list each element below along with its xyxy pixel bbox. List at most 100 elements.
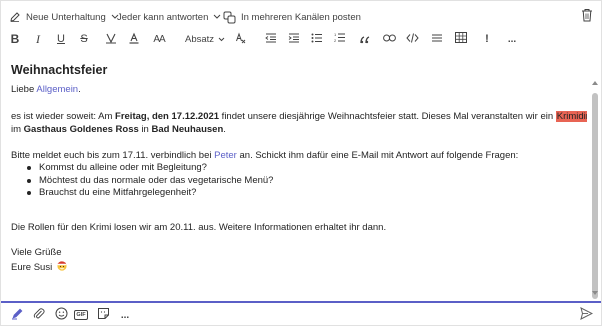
bold-venue: Gasthaus Goldenes Ross (23, 124, 139, 135)
send-icon (580, 307, 594, 324)
paperclip-icon (33, 307, 45, 323)
code-button[interactable] (404, 30, 420, 48)
text-segment: im (11, 124, 24, 135)
clear-format-button[interactable] (233, 30, 249, 48)
send-button[interactable] (580, 307, 594, 325)
list-item: Möchtest du das normale oder das vegetar… (27, 175, 273, 188)
reply-setting-dropdown[interactable]: Jeder kann antworten (117, 9, 221, 25)
insert-table-button[interactable] (453, 30, 469, 48)
message-editor[interactable]: Weihnachtsfeier Liebe Allgemein. es ist … (5, 53, 587, 299)
font-color-icon (128, 32, 140, 47)
scroll-down-arrow[interactable] (592, 291, 598, 295)
pencil-edit-icon (9, 11, 21, 23)
link-icon (382, 34, 396, 45)
bullet-list-button[interactable] (309, 30, 325, 48)
scroll-up-arrow[interactable] (592, 81, 598, 85)
chevron-down-icon (218, 34, 225, 45)
strikethrough-button[interactable]: S (76, 30, 92, 48)
mention-person[interactable]: Peter (214, 150, 237, 161)
signature-line: Eure Susi (11, 259, 68, 275)
text-segment: an. Schickt ihm dafür eine E-Mail mit An… (236, 150, 519, 161)
focus-underline (1, 301, 601, 303)
italic-button[interactable]: I (30, 30, 46, 48)
horizontal-rule-button[interactable] (429, 30, 445, 48)
svg-text:1: 1 (334, 32, 337, 37)
question-list: Kommst du alleine oder mit Begleitung? M… (27, 162, 273, 200)
emoji-icon (55, 307, 68, 323)
multi-channel-button[interactable]: In mehreren Kanälen posten (223, 9, 361, 25)
font-color-button[interactable] (126, 30, 142, 48)
discard-button[interactable] (581, 8, 593, 27)
mention-channel[interactable]: Allgemein (36, 84, 78, 95)
multi-channel-icon (223, 11, 236, 24)
bottom-toolbar: GIF ... (1, 304, 601, 325)
trash-icon (581, 9, 593, 26)
clear-format-icon (235, 32, 247, 47)
compose-options-bar: Neue Unterhaltung Jeder kann antworten I… (1, 1, 601, 31)
strike-label: S (80, 33, 88, 45)
greeting-prefix: Liebe (11, 84, 37, 95)
italic-label: I (36, 31, 40, 46)
table-icon (455, 32, 467, 46)
highlight-button[interactable] (103, 30, 119, 48)
outdent-icon (265, 33, 277, 46)
mark-important-button[interactable]: ! (481, 30, 493, 48)
numbered-list-icon: 12 (334, 32, 346, 46)
signature-name: Eure Susi (11, 261, 53, 273)
paragraph-dropdown[interactable]: Absatz (185, 30, 225, 48)
font-size-label: AA (153, 33, 165, 45)
gif-icon: GIF (74, 310, 88, 320)
format-pen-icon (11, 307, 24, 323)
compose-box: Neue Unterhaltung Jeder kann antworten I… (0, 0, 602, 326)
sticker-button[interactable] (95, 307, 111, 323)
more-label: ... (120, 309, 130, 321)
more-format-options-button[interactable]: ... (504, 30, 520, 48)
post-type-label: Neue Unterhaltung (26, 11, 106, 23)
paragraph-line-3: Bitte meldet euch bis zum 17.11. verbind… (11, 149, 518, 162)
bold-label: B (10, 32, 20, 46)
highlighter-icon (105, 32, 117, 47)
greeting-line: Liebe Allgemein. (11, 83, 81, 96)
text-segment: . (223, 124, 226, 135)
paragraph-line-4: Die Rollen für den Krimi losen wir am 20… (11, 222, 387, 233)
post-type-dropdown[interactable]: Neue Unterhaltung (9, 9, 119, 25)
code-icon (405, 32, 419, 46)
link-button[interactable] (381, 30, 397, 48)
text-segment: es ist wieder soweit: Am (11, 111, 116, 122)
format-toolbar: B I U S AA Absatz 12 ! ... (1, 28, 601, 50)
paragraph-line-1: es ist wieder soweit: Am Freitag, den 17… (11, 110, 587, 123)
gif-button[interactable]: GIF (73, 307, 89, 323)
underline-button[interactable]: U (53, 30, 69, 48)
svg-text:2: 2 (334, 38, 337, 43)
list-item: Kommst du alleine oder mit Begleitung? (27, 162, 273, 175)
bullet-list-icon (311, 33, 323, 46)
underline-label: U (57, 33, 65, 45)
chevron-down-icon (213, 14, 221, 20)
bold-button[interactable]: B (7, 30, 23, 48)
text-segment: in (138, 124, 152, 135)
scrollbar[interactable] (591, 93, 599, 299)
subject-title: Weihnachtsfeier (11, 63, 108, 77)
highlighted-word: Krimidinner (555, 111, 587, 122)
more-apps-button[interactable]: ... (117, 307, 133, 323)
numbered-list-button[interactable]: 12 (332, 30, 348, 48)
list-item: Brauchst du eine Mitfahrgelegenheit? (27, 187, 273, 200)
multi-channel-label: In mehreren Kanälen posten (241, 11, 361, 23)
important-label: ! (485, 33, 489, 45)
font-size-button[interactable]: AA (149, 30, 169, 48)
attach-button[interactable] (31, 307, 47, 323)
scrollbar-thumb[interactable] (592, 93, 598, 299)
outdent-button[interactable] (263, 30, 279, 48)
greeting-suffix: . (78, 84, 81, 95)
sticker-icon (97, 307, 110, 323)
quote-icon (359, 31, 371, 47)
more-label: ... (507, 33, 517, 45)
format-button[interactable] (9, 307, 25, 323)
bold-date: Freitag, den 17.12.2021 (115, 111, 220, 122)
emoji-button[interactable] (53, 307, 69, 323)
santa-emoji-icon (56, 259, 68, 275)
indent-button[interactable] (286, 30, 302, 48)
horizontal-rule-icon (431, 33, 443, 46)
text-segment: Bitte meldet euch bis zum 17.11. verbind… (11, 150, 215, 161)
quote-button[interactable] (357, 30, 373, 48)
